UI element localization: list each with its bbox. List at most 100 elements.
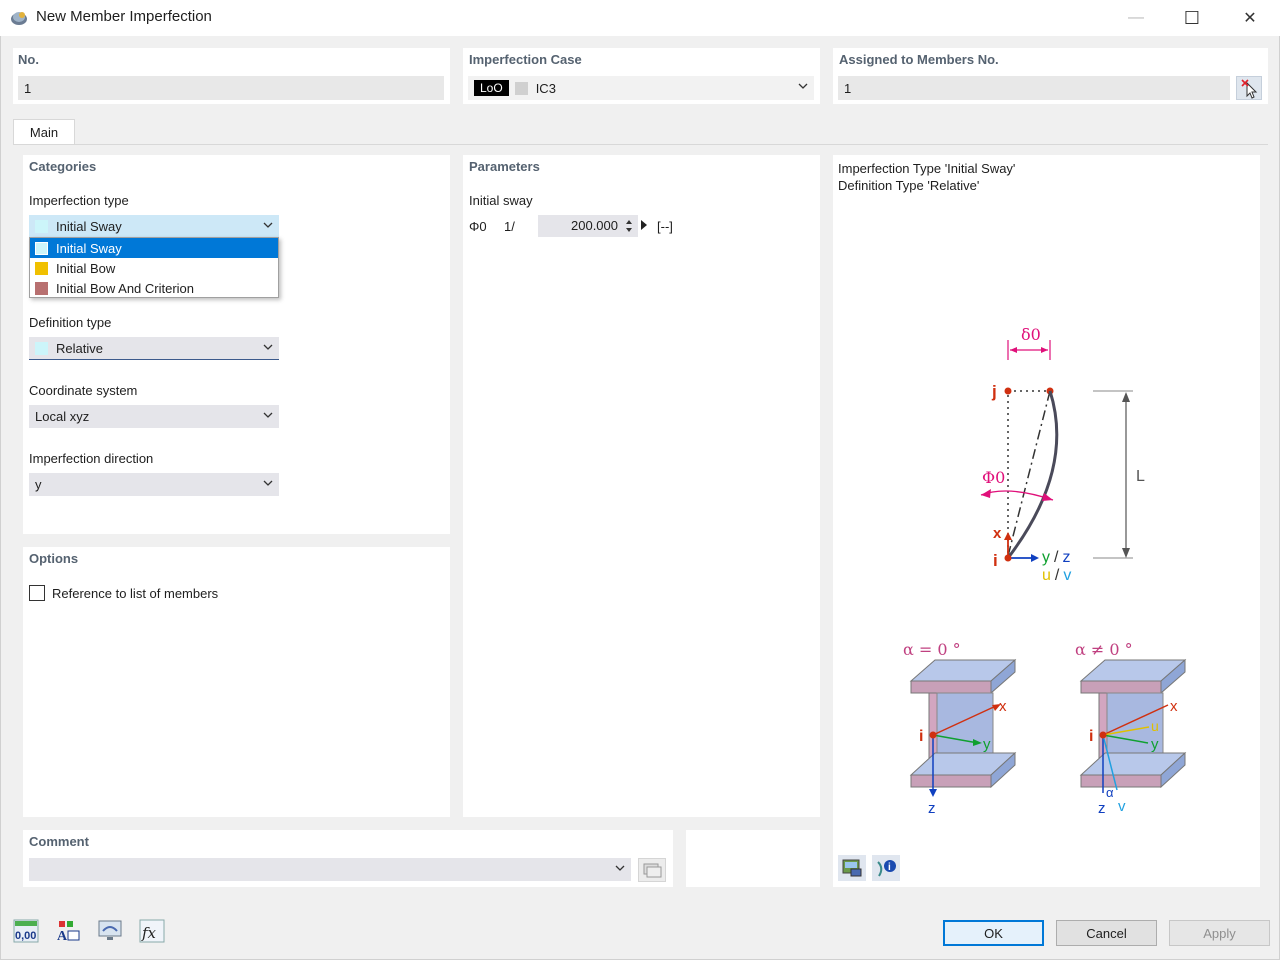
view-button[interactable] — [96, 918, 124, 944]
preview-line-2: Definition Type 'Relative' — [838, 178, 980, 193]
function-icon: fx — [139, 919, 165, 943]
case-color-swatch — [514, 81, 528, 95]
tab-main[interactable]: Main — [13, 119, 75, 145]
svg-text:A: A — [57, 929, 68, 943]
initial-bow-swatch — [35, 261, 48, 275]
formula-button[interactable]: fx — [138, 918, 166, 944]
dropdown-option-initial-sway[interactable]: Initial Sway — [30, 238, 278, 258]
imperfection-direction-value: y — [35, 477, 42, 492]
uv-slash: / — [1055, 567, 1060, 580]
categories-title: Categories — [29, 159, 97, 174]
cancel-button[interactable]: Cancel — [1056, 920, 1157, 946]
phi-symbol: Φ0 — [469, 219, 487, 234]
preview-info-button[interactable]: i — [872, 855, 900, 881]
chevron-down-icon — [263, 412, 273, 418]
yz-z: z — [1062, 549, 1070, 566]
phi-unit: [--] — [657, 219, 673, 234]
maximize-button[interactable]: ☐ — [1164, 0, 1220, 36]
uv-v: v — [1063, 567, 1071, 580]
phi-diagram-label: Φ0 — [982, 468, 1005, 487]
yz-axis-label: y / z — [1042, 549, 1070, 566]
comment-panel: Comment — [23, 830, 673, 887]
initial-sway-param-label: Initial sway — [469, 193, 533, 208]
chevron-down-icon — [615, 865, 625, 871]
section2-i-label: i — [1089, 728, 1093, 745]
reference-checkbox[interactable] — [29, 585, 45, 601]
uv-axis-label: u / v — [1042, 567, 1071, 580]
alpha-nonzero-label: α ≠ 0 ° — [1075, 640, 1133, 659]
ok-button[interactable]: OK — [943, 920, 1044, 946]
definition-type-swatch — [35, 341, 48, 355]
svg-text:fx: fx — [141, 924, 157, 942]
section2-alpha-label: α — [1106, 785, 1114, 800]
dropdown-option-initial-bow[interactable]: Initial Bow — [30, 258, 278, 278]
close-button[interactable]: ✕ — [1222, 0, 1278, 36]
spinner-icon[interactable] — [624, 217, 634, 235]
definition-type-select[interactable]: Relative — [29, 337, 279, 360]
assigned-panel: Assigned to Members No. 1 — [833, 48, 1268, 104]
section1-i-label: i — [919, 728, 923, 745]
library-icon — [643, 863, 662, 878]
imperfection-case-label: Imperfection Case — [469, 52, 582, 67]
categories-panel: Categories Imperfection type Initial Swa… — [23, 155, 450, 534]
options-panel: Options Reference to list of members — [23, 547, 450, 817]
coordinate-system-select[interactable]: Local xyz — [29, 405, 279, 428]
preview-line-1: Imperfection Type 'Initial Sway' — [838, 161, 1016, 176]
ibeam-alpha-nonzero — [1079, 658, 1187, 789]
length-label: L — [1136, 468, 1145, 485]
imperfection-type-select[interactable]: Initial Sway — [29, 215, 279, 238]
section2-x-label: x — [1170, 698, 1178, 715]
chevron-down-icon — [798, 83, 808, 89]
section1-z-label: z — [928, 800, 936, 817]
chevron-down-icon — [263, 480, 273, 486]
parameters-panel: Parameters Initial sway Φ0 1/ 200.000 [-… — [463, 155, 820, 817]
tab-main-label: Main — [29, 125, 59, 140]
window-title: New Member Imperfection — [36, 8, 212, 25]
comment-library-button[interactable] — [638, 858, 666, 882]
text-settings-button[interactable]: A — [54, 918, 82, 944]
select-members-button[interactable] — [1236, 76, 1262, 100]
comment-side-panel — [686, 830, 820, 887]
chevron-down-icon — [263, 222, 273, 228]
section2-u-label: u — [1151, 718, 1159, 734]
uv-u: u — [1042, 567, 1051, 580]
section1-x-label: x — [999, 698, 1007, 715]
caret-right-icon[interactable] — [640, 219, 648, 231]
no-field[interactable]: 1 — [18, 76, 444, 100]
node-i-label: i — [993, 551, 998, 570]
definition-type-label: Definition type — [29, 315, 112, 330]
preview-image-button[interactable] — [838, 855, 866, 881]
assigned-label: Assigned to Members No. — [839, 52, 999, 67]
section1-y-label: y — [983, 736, 991, 753]
text-format-icon: A — [57, 921, 80, 943]
minimize-button[interactable]: — — [1108, 0, 1164, 36]
picture-icon — [842, 859, 862, 877]
svg-text:i: i — [888, 862, 891, 873]
coordinate-system-value: Local xyz — [35, 409, 90, 424]
apply-button[interactable]: Apply — [1169, 920, 1270, 946]
x-axis-label: x — [993, 525, 1002, 542]
initial-sway-label: Initial Sway — [56, 240, 122, 256]
coordinate-system-label: Coordinate system — [29, 383, 138, 398]
fraction-prefix: 1/ — [504, 219, 515, 234]
delta-label: δ0 — [1021, 325, 1041, 344]
imperfection-case-select[interactable]: LoO IC3 — [468, 76, 814, 100]
ibeam-alpha-zero — [909, 658, 1017, 789]
phi-value-input[interactable]: 200.000 — [538, 215, 638, 237]
imperfection-direction-select[interactable]: y — [29, 473, 279, 496]
units-button[interactable]: 0,00 — [12, 918, 40, 944]
comment-input[interactable] — [29, 858, 631, 881]
assigned-members-field[interactable]: 1 — [838, 76, 1230, 100]
tab-divider — [13, 144, 1268, 145]
dropdown-option-initial-bow-and-criterion[interactable]: Initial Bow And Criterion — [30, 278, 278, 298]
node-j-label: j — [991, 382, 997, 401]
info-icon: i — [877, 860, 896, 877]
imperfection-type-swatch — [35, 219, 48, 233]
section2-v-label: v — [1118, 798, 1126, 815]
app-icon — [11, 12, 27, 25]
phi-value: 200.000 — [571, 218, 618, 233]
alpha-zero-label: α = 0 ° — [903, 640, 961, 659]
svg-text:0,00: 0,00 — [15, 930, 36, 942]
initial-bow-label: Initial Bow — [56, 260, 116, 276]
imperfection-type-dropdown: Initial Sway Initial Bow Initial Bow And… — [29, 237, 279, 298]
